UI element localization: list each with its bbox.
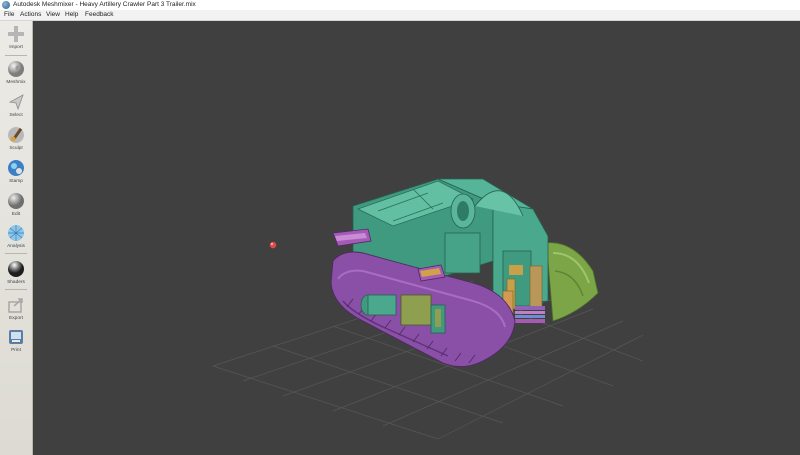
print-icon [9, 330, 23, 344]
3d-viewport[interactable] [33, 21, 800, 455]
toolbar-divider [5, 55, 27, 56]
stamp-icon [8, 160, 24, 176]
analysis-sphere-icon [8, 225, 24, 241]
tool-sidebar: Import Meshmix Select Sculpt Stamp Edit … [0, 21, 33, 455]
export-label: Export [9, 316, 23, 321]
title-bar: Autodesk Meshmixer - Heavy Artillery Cra… [0, 0, 800, 10]
analysis-label: Analysis [7, 244, 25, 249]
select-button[interactable]: Select [1, 91, 31, 121]
menu-feedback[interactable]: Feedback [85, 10, 114, 20]
print-label: Print [11, 348, 21, 353]
toolbar-divider [5, 253, 27, 254]
export-button[interactable]: Export [1, 294, 31, 324]
menu-help[interactable]: Help [65, 10, 78, 20]
meshmixer-app-icon [2, 1, 10, 9]
stamp-button[interactable]: Stamp [1, 157, 31, 187]
import-button[interactable]: Import [1, 23, 31, 53]
import-label: Import [9, 45, 23, 50]
export-icon [8, 298, 23, 313]
sculpt-label: Sculpt [9, 146, 23, 151]
shaders-sphere-icon [8, 261, 24, 277]
select-arrow-icon [8, 94, 24, 111]
shaders-button[interactable]: Shaders [1, 258, 31, 288]
menu-view[interactable]: View [46, 10, 60, 20]
sculpt-button[interactable]: Sculpt [1, 124, 31, 154]
edit-button[interactable]: Edit [1, 190, 31, 220]
window-title: Autodesk Meshmixer - Heavy Artillery Cra… [13, 1, 196, 8]
edit-sphere-icon [8, 193, 24, 209]
menu-file[interactable]: File [4, 10, 14, 20]
plus-icon [8, 26, 24, 42]
stamp-label: Stamp [9, 179, 23, 184]
meshmix-button[interactable]: Meshmix [1, 58, 31, 88]
toolbar-divider [5, 289, 27, 290]
edit-label: Edit [11, 212, 21, 217]
print-button[interactable]: Print [1, 326, 31, 356]
select-label: Select [9, 113, 23, 118]
scene [212, 178, 644, 440]
meshmix-sphere-icon [8, 61, 24, 77]
menu-actions[interactable]: Actions [20, 10, 41, 20]
trailer-part [542, 242, 599, 322]
pivot-marker [269, 241, 277, 249]
meshmix-label: Meshmix [6, 80, 26, 85]
shaders-label: Shaders [7, 280, 25, 285]
sculpt-brush-icon [8, 127, 24, 143]
analysis-button[interactable]: Analysis [1, 222, 31, 252]
menu-bar: File Actions View Help Feedback [0, 10, 800, 21]
